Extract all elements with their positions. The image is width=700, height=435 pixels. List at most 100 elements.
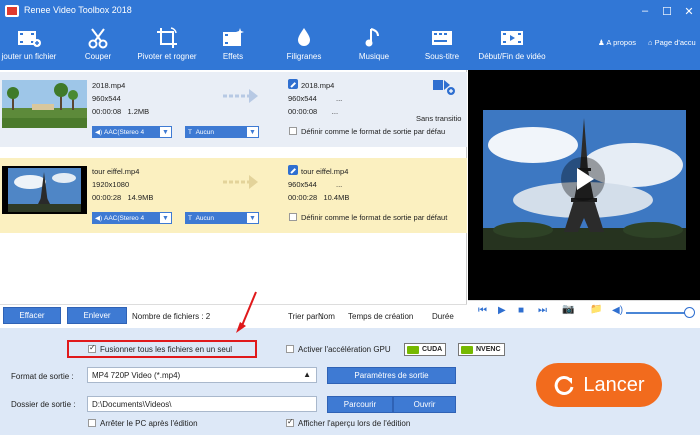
about-label: A propos [606,38,637,47]
chevron-down-icon: ▼ [246,126,259,138]
folder-icon[interactable]: 📁 [590,304,602,315]
output-settings-button[interactable]: Paramètres de sortie [327,367,456,384]
output-duration: 00:00:28 [288,193,318,202]
close-button[interactable]: ✕ [678,0,700,22]
transition-icon[interactable] [432,76,456,98]
open-folder-button[interactable]: Ouvrir [393,396,456,413]
main-toolbar: jouter un fichier Couper Pivoter et rogn… [0,22,700,70]
video-preview[interactable] [468,70,700,300]
text-icon: T [188,214,196,222]
set-default-format[interactable]: Définir comme le format de sortie par dé… [289,213,467,222]
previous-icon[interactable]: ⏮ [478,305,487,316]
gpu-acceleration-option[interactable]: Activer l'accélération GPU [286,345,391,354]
next-icon[interactable]: ⏭ [538,305,547,316]
chevron-up-icon: ▲ [303,370,311,379]
homepage-link[interactable]: ⌂ Page d'accu [648,38,696,47]
app-logo-icon [5,5,19,17]
chevron-down-icon: ▼ [159,126,172,138]
sort-by-created[interactable]: Temps de création [348,312,413,321]
intro-outro-button[interactable]: Début/Fin de vidéo [472,22,552,70]
output-filename: tour eiffel.mp4 [301,167,349,176]
cut-label: Couper [84,52,112,61]
source-size: 14.9MB [127,193,154,202]
home-icon: ⌂ [648,38,653,47]
homepage-label: Page d'accu [654,38,696,47]
effects-label: Effets [222,52,244,61]
app-title: Renee Video Toolbox 2018 [24,5,132,15]
maximize-button[interactable]: ☐ [656,0,678,22]
volume-slider-handle[interactable] [684,307,695,318]
file-row-selected[interactable]: tour eiffel.mp4 1920x1080 00:00:28 14.9M… [0,158,467,233]
watermark-drops-icon [298,28,310,48]
show-preview-checkbox[interactable] [286,417,294,427]
camera-icon[interactable]: 📷 [562,304,574,315]
chevron-down-icon: ▼ [159,212,172,224]
sort-by-duration[interactable]: Durée [432,312,454,321]
convert-arrow-icon [223,175,258,189]
output-format-value: MP4 720P Video (*.mp4) [92,371,181,380]
audio-track-value: AAC(Stereo 4 [103,128,145,136]
source-resolution: 1920x1080 [92,180,130,189]
volume-slider[interactable] [626,312,688,314]
default-format-label: Définir comme le format de sortie par dé… [301,213,448,222]
title-bar: Renee Video Toolbox 2018 – ☐ ✕ [0,0,700,22]
subtitle-select[interactable]: T Aucun ▼ [185,126,259,138]
refresh-icon [555,375,574,395]
nvidia-logo-icon [407,345,419,354]
play-button-icon[interactable]: ▶ [498,305,506,316]
rotate-crop-button[interactable]: Pivoter et rogner [130,22,204,70]
watermark-label: Filigranes [286,52,322,61]
speaker-icon: ◀) [95,129,104,136]
crop-rotate-icon [157,27,177,48]
shutdown-label: Arrêter le PC après l'édition [100,419,198,428]
subtitle-select[interactable]: T Aucun ▼ [185,212,259,224]
launch-button[interactable]: Lancer [536,363,662,407]
output-folder-input[interactable]: D:\Documents\Videos\ [87,396,317,412]
person-icon: ♟ [598,38,605,47]
source-size: 1.2MB [127,107,150,116]
source-filename: tour eiffel.mp4 [92,167,140,176]
minimize-button[interactable]: – [634,0,656,22]
speaker-icon: ◀) [95,215,104,222]
file-count: Nombre de fichiers : 2 [132,312,211,321]
edit-output-icon[interactable] [288,165,298,175]
play-icon[interactable] [560,156,606,202]
shutdown-option[interactable]: Arrêter le PC après l'édition [88,419,198,428]
rotate-crop-label: Pivoter et rogner [137,52,197,61]
about-link[interactable]: ♟ A propos [598,38,636,47]
audio-track-value: AAC(Stereo 4 [103,214,145,222]
file-row[interactable]: 2018.mp4 960x544 00:00:08 1.2MB 2018.mp4… [0,72,467,147]
output-extra: ... [336,94,343,103]
subtitle-icon [432,31,452,45]
cuda-label: CUDA [422,346,443,353]
nvenc-label: NVENC [476,346,501,353]
show-preview-option[interactable]: Afficher l'aperçu lors de l'édition [286,417,411,428]
output-folder-label: Dossier de sortie : [11,400,76,409]
watermark-button[interactable]: Filigranes [280,22,328,70]
stop-icon[interactable]: ■ [518,305,524,316]
browse-button[interactable]: Parcourir [327,396,393,413]
remove-button[interactable]: Enlever [67,307,127,324]
shutdown-checkbox[interactable] [88,419,96,427]
clear-button[interactable]: Effacer [3,307,61,324]
audio-track-select[interactable]: ◀) AAC(Stereo 4 ▼ [92,212,172,224]
music-button[interactable]: Musique [352,22,396,70]
subtitle-value: Aucun [195,214,215,222]
default-format-checkbox[interactable] [289,127,297,135]
gpu-checkbox[interactable] [286,345,294,353]
nvidia-logo-icon [461,345,473,354]
edit-output-icon[interactable] [288,79,298,89]
subtitle-button[interactable]: Sous-titre [418,22,466,70]
music-label: Musique [358,52,390,61]
set-default-format[interactable]: Définir comme le format de sortie par dé… [289,127,467,136]
film-add-icon [18,31,41,47]
effects-button[interactable]: Effets [212,22,254,70]
audio-track-select[interactable]: ◀) AAC(Stereo 4 ▼ [92,126,172,138]
sort-by-name[interactable]: Nom [318,312,335,321]
output-format-select[interactable]: MP4 720P Video (*.mp4) ▲ [87,367,317,383]
volume-icon[interactable]: ◀) [612,305,623,316]
default-format-checkbox[interactable] [289,213,297,221]
cut-button[interactable]: Couper [70,22,126,70]
show-preview-label: Afficher l'aperçu lors de l'édition [298,419,411,428]
add-file-button[interactable]: jouter un fichier [0,22,60,70]
